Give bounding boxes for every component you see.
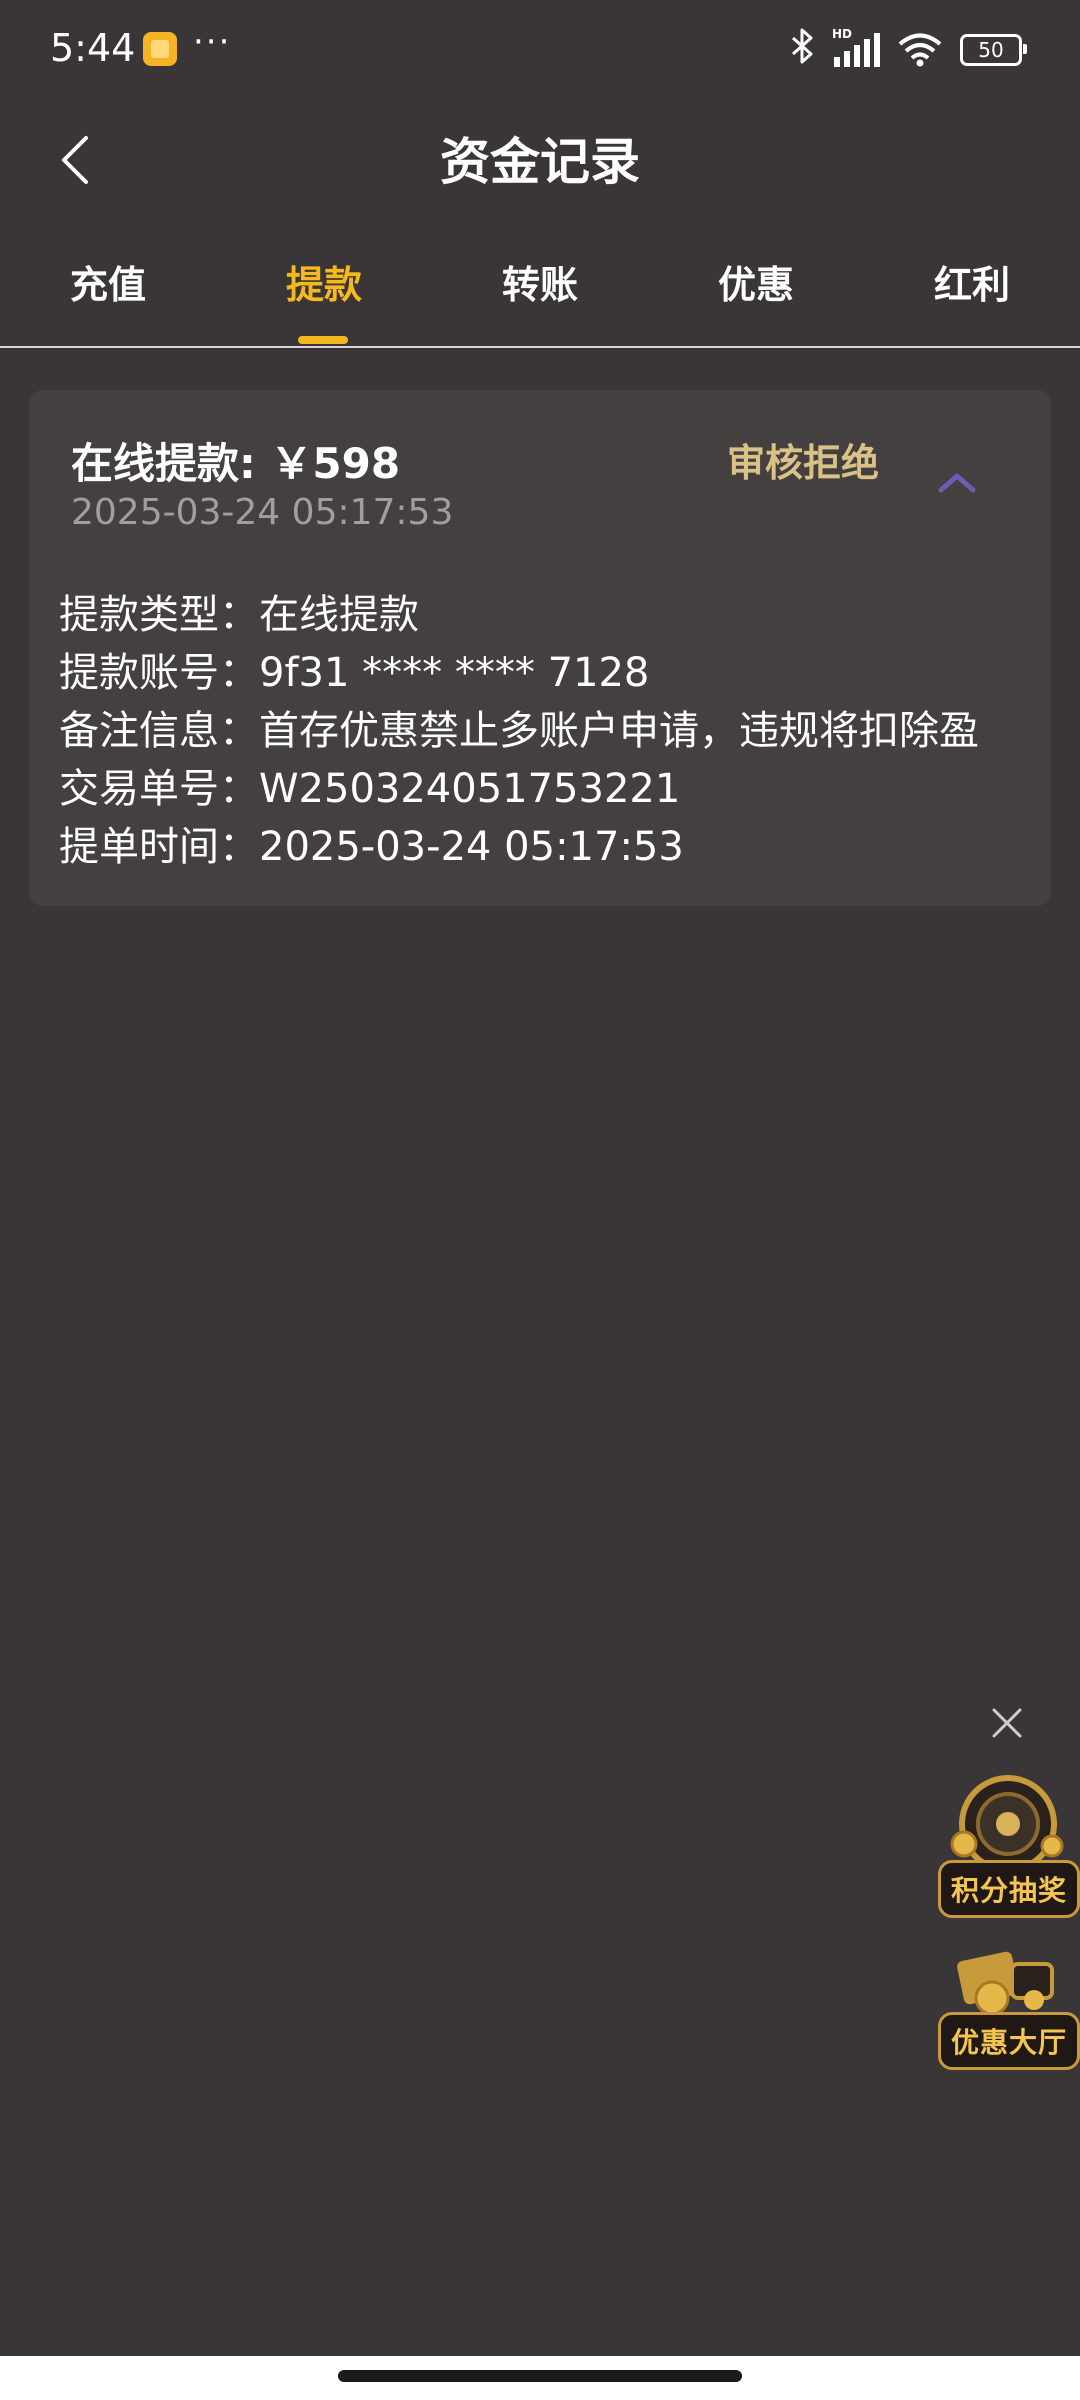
- promo-label: 优惠大厅: [938, 2012, 1080, 2070]
- tab-bonus[interactable]: 红利: [864, 254, 1080, 309]
- app-header: 资金记录: [0, 100, 1080, 212]
- close-icon: [992, 1708, 1022, 1738]
- home-indicator[interactable]: [338, 2370, 742, 2382]
- detail-label: 交易单号：: [59, 766, 259, 812]
- status-bar: 5:44 ··· HD 50: [0, 0, 1080, 100]
- detail-row-order-id: 交易单号：W250324051753221: [59, 756, 1039, 814]
- detail-row-submit-time: 提单时间：2025-03-24 05:17:53: [59, 814, 1039, 872]
- chevron-up-icon: [938, 473, 976, 493]
- collapse-button[interactable]: [935, 468, 979, 498]
- detail-row-remark: 备注信息：首存优惠禁止多账户申请，违规将扣除盈: [59, 698, 1039, 756]
- tab-deposit[interactable]: 充值: [0, 254, 216, 309]
- detail-row-type: 提款类型：在线提款: [59, 582, 1039, 640]
- active-tab-indicator: [298, 336, 348, 344]
- promo-hall-widget[interactable]: 优惠大厅: [934, 1942, 1080, 2070]
- detail-value: 2025-03-24 05:17:53: [259, 824, 684, 870]
- tab-transfer[interactable]: 转账: [432, 254, 648, 309]
- battery-level: 50: [978, 38, 1004, 62]
- withdrawal-record-card[interactable]: 在线提款: ￥598 审核拒绝 2025-03-24 05:17:53 提款类型…: [29, 390, 1051, 906]
- detail-label: 提款类型：: [59, 592, 259, 638]
- detail-value: W250324051753221: [259, 766, 681, 812]
- detail-label: 提单时间：: [59, 824, 259, 870]
- detail-row-account: 提款账号：9f31 **** **** 7128: [59, 640, 1039, 698]
- tab-promotion[interactable]: 优惠: [648, 254, 864, 309]
- roulette-icon: [950, 1775, 1064, 1872]
- detail-label: 提款账号：: [59, 650, 259, 696]
- detail-value: 9f31 **** **** 7128: [259, 650, 650, 696]
- record-date: 2025-03-24 05:17:53: [71, 492, 454, 533]
- hd-label: HD: [832, 27, 853, 41]
- detail-value: 在线提款: [259, 592, 419, 638]
- page-title: 资金记录: [440, 133, 640, 191]
- detail-label: 备注信息：: [59, 708, 259, 754]
- record-type-tabs: 充值 提款 转账 优惠 红利: [0, 224, 1080, 348]
- status-icons: HD 50: [790, 27, 1027, 73]
- points-lottery-widget[interactable]: 积分抽奖: [934, 1772, 1080, 1918]
- battery-icon: 50: [960, 34, 1027, 66]
- wifi-icon: [898, 33, 942, 67]
- more-notifications-dots: ···: [193, 22, 232, 62]
- signal-icon: HD: [832, 27, 880, 67]
- tab-withdraw[interactable]: 提款: [216, 254, 432, 309]
- status-badge: 审核拒绝: [727, 441, 880, 485]
- bluetooth-icon: [790, 28, 816, 73]
- lottery-label: 积分抽奖: [938, 1860, 1080, 1918]
- record-title: 在线提款: ￥598: [71, 439, 401, 488]
- app-notification-icon: [143, 32, 177, 66]
- status-time: 5:44: [50, 26, 136, 70]
- detail-value: 首存优惠禁止多账户申请，违规将扣除盈: [259, 708, 979, 754]
- close-floating-button[interactable]: [990, 1706, 1024, 1740]
